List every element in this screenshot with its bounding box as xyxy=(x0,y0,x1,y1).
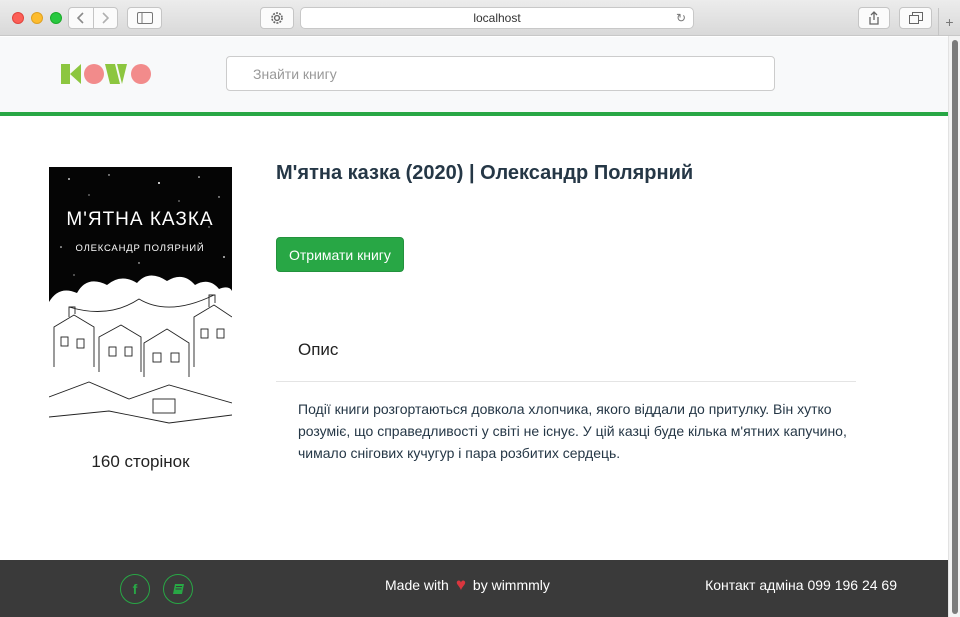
chevron-left-icon xyxy=(76,12,84,24)
made-with-label: Made with xyxy=(385,577,449,593)
reload-icon[interactable]: ↻ xyxy=(676,11,686,25)
description-text: Події книги розгортаються довкола хлопчи… xyxy=(298,401,847,461)
back-button[interactable] xyxy=(69,8,93,28)
cover-title-text: М'ЯТНА КАЗКА xyxy=(66,209,213,230)
search-input[interactable] xyxy=(226,56,775,91)
book-title: М'ятна казка (2020) | Олександр Полярний xyxy=(276,162,694,184)
page-scrollbar[interactable] xyxy=(948,36,960,617)
facebook-link[interactable]: f xyxy=(120,574,150,604)
chevron-right-icon xyxy=(102,12,110,24)
gear-icon xyxy=(271,12,283,24)
get-book-button[interactable]: Отримати книгу xyxy=(276,237,404,272)
page-count: 160 сторінок xyxy=(91,452,190,471)
book-site-link[interactable] xyxy=(163,574,193,604)
heart-icon: ♥ xyxy=(455,575,466,594)
history-nav xyxy=(68,7,118,29)
minimize-window-button[interactable] xyxy=(31,12,43,24)
description-divider xyxy=(276,381,856,382)
sidebar-icon xyxy=(136,12,153,24)
settings-button[interactable] xyxy=(260,7,294,29)
site-logo[interactable] xyxy=(61,63,153,85)
address-bar[interactable]: localhost ↻ xyxy=(300,7,694,29)
facebook-icon: f xyxy=(132,581,138,597)
author-label: by wimmmly xyxy=(472,577,550,593)
admin-contact: Контакт адміна 099 196 24 69 xyxy=(705,577,897,593)
made-with-text: Made with ♥ by wimmmly xyxy=(385,575,550,594)
scrollbar-thumb[interactable] xyxy=(952,40,958,614)
cover-author-text: ОЛЕКСАНДР ПОЛЯРНИЙ xyxy=(76,242,205,254)
browser-toolbar: localhost ↻ + xyxy=(0,0,960,36)
cover-illustration: М'ЯТНА КАЗКА ОЛЕКСАНДР ПОЛЯРНИЙ xyxy=(49,167,232,429)
sidebar-toggle-button[interactable] xyxy=(127,7,162,29)
forward-button[interactable] xyxy=(92,8,118,28)
close-window-button[interactable] xyxy=(12,12,24,24)
site-header xyxy=(0,37,948,113)
site-footer: f Made with ♥ by wimmmly Контакт адміна … xyxy=(0,560,948,617)
url-text: localhost xyxy=(473,11,521,25)
tabs-overview-button[interactable] xyxy=(899,7,932,29)
header-divider xyxy=(0,112,948,116)
tabs-icon xyxy=(908,12,923,24)
book-cover-image: М'ЯТНА КАЗКА ОЛЕКСАНДР ПОЛЯРНИЙ xyxy=(49,167,232,429)
description-heading: Опис xyxy=(298,340,339,359)
book-icon xyxy=(172,584,184,594)
zoom-window-button[interactable] xyxy=(50,12,62,24)
share-button[interactable] xyxy=(858,7,890,29)
share-icon xyxy=(869,11,879,25)
new-tab-button[interactable]: + xyxy=(938,8,960,36)
